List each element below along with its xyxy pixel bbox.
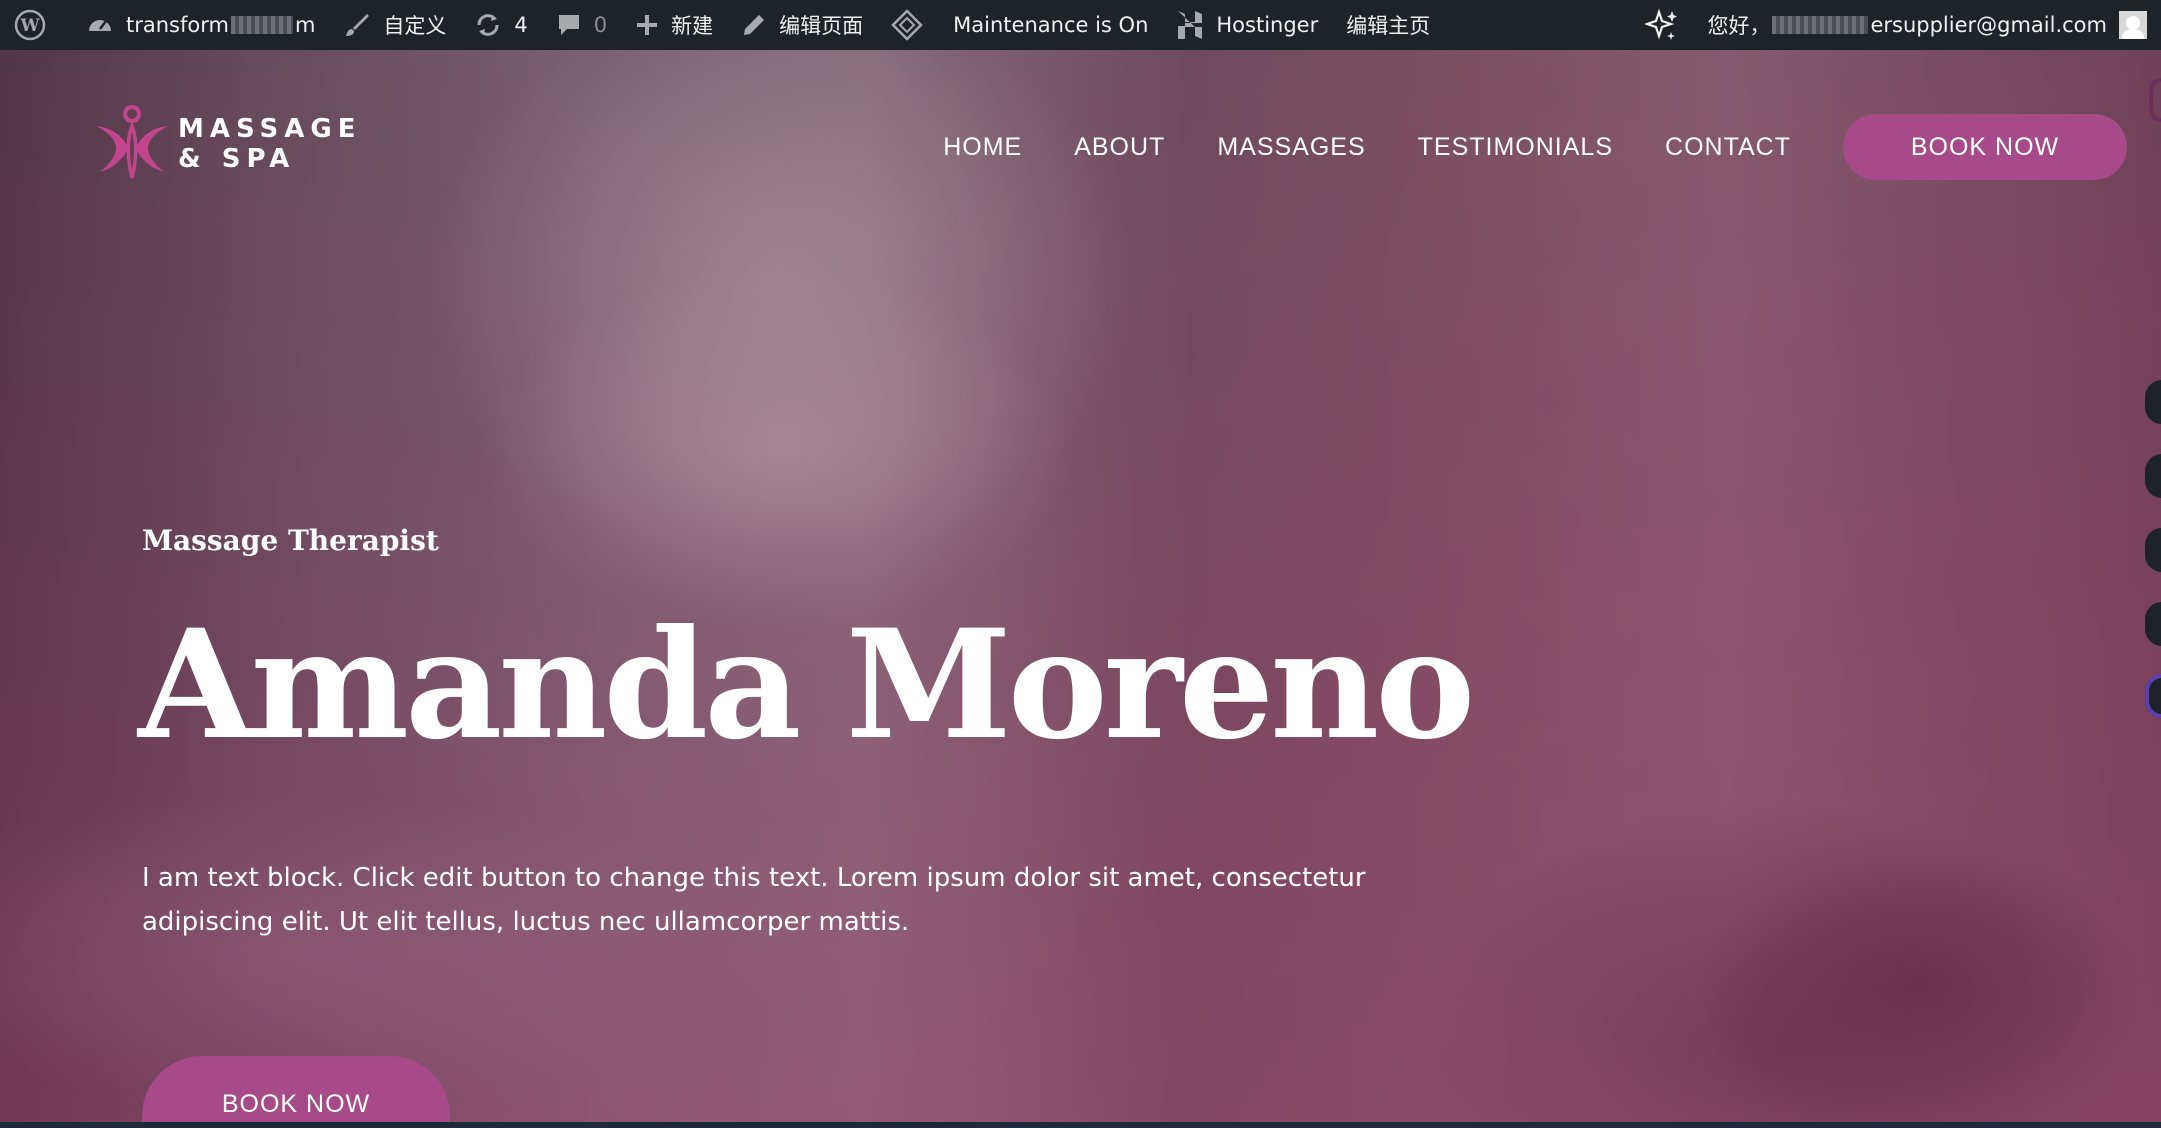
- spa-logo-icon: [96, 105, 168, 179]
- svg-text:W: W: [19, 16, 40, 36]
- maintenance-link[interactable]: Maintenance is On: [877, 0, 1162, 50]
- main-nav: HOME ABOUT MASSAGES TESTIMONIALS CONTACT…: [943, 114, 2127, 180]
- hero-section: MASSAGE & SPA HOME ABOUT MASSAGES TESTIM…: [0, 50, 2161, 1122]
- admin-bar: W transform m 自定义 4 0 新建 编辑页面 Maintenanc…: [0, 0, 2161, 50]
- nav-massages[interactable]: MASSAGES: [1217, 133, 1365, 162]
- refresh-icon: [474, 11, 502, 39]
- brush-icon: [343, 11, 371, 39]
- dashboard-icon: [86, 11, 114, 39]
- comment-icon: [556, 12, 582, 38]
- updates-link[interactable]: 4: [460, 0, 541, 50]
- hostinger-link[interactable]: Hostinger: [1162, 0, 1332, 50]
- nav-contact[interactable]: CONTACT: [1665, 133, 1791, 162]
- sparkle-icon: [1645, 8, 1679, 42]
- site-logo[interactable]: MASSAGE & SPA: [92, 104, 362, 184]
- updates-count: 4: [514, 13, 528, 37]
- hostinger-label: Hostinger: [1216, 13, 1319, 37]
- new-label: 新建: [671, 14, 714, 38]
- maintenance-label: Maintenance is On: [953, 13, 1149, 37]
- hero-book-now-button[interactable]: BOOK NOW: [142, 1056, 450, 1122]
- nav-about[interactable]: ABOUT: [1074, 133, 1165, 162]
- side-widget-ring[interactable]: [2149, 78, 2161, 122]
- edit-page-label: 编辑页面: [779, 14, 864, 38]
- logo-line-1: MASSAGE: [178, 114, 362, 144]
- diamond-icon: [891, 9, 923, 41]
- edit-page-link[interactable]: 编辑页面: [727, 0, 877, 50]
- hostinger-icon: [1176, 9, 1204, 41]
- plus-icon: [635, 13, 659, 37]
- account-email: ersupplier@gmail.com: [1870, 13, 2107, 37]
- customize-link[interactable]: 自定义: [329, 0, 460, 50]
- comments-count: 0: [593, 13, 608, 37]
- account-menu[interactable]: 您好， ersupplier@gmail.com: [1693, 0, 2161, 50]
- wordpress-icon: W: [14, 9, 46, 41]
- ai-assistant-button[interactable]: [1631, 0, 1693, 50]
- site-name-end: m: [294, 13, 316, 37]
- user-avatar: [2119, 11, 2147, 39]
- hero-subtitle: Massage Therapist: [142, 524, 439, 557]
- nav-testimonials[interactable]: TESTIMONIALS: [1418, 133, 1613, 162]
- nav-book-now-button[interactable]: BOOK NOW: [1843, 114, 2127, 180]
- hero-description: I am text block. Click edit button to ch…: [142, 863, 1366, 937]
- redacted-text: [1772, 16, 1869, 34]
- nav-home[interactable]: HOME: [943, 133, 1022, 162]
- hero-title: Amanda Moreno: [138, 597, 1475, 773]
- comments-link[interactable]: 0: [542, 0, 621, 50]
- greeting: 您好，: [1707, 14, 1771, 38]
- logo-line-2: & SPA: [178, 144, 296, 174]
- redacted-text: [230, 16, 293, 34]
- bottom-edge: [0, 1122, 2161, 1128]
- wp-logo-menu[interactable]: W: [0, 0, 72, 50]
- logo-wordmark: MASSAGE & SPA: [178, 114, 362, 174]
- edit-home-link[interactable]: 编辑主页: [1332, 0, 1444, 50]
- site-name-menu[interactable]: transform m: [72, 0, 329, 50]
- site-name: transform: [126, 13, 229, 37]
- hero-overlay: [0, 50, 2161, 1122]
- customize-label: 自定义: [383, 14, 447, 38]
- edit-home-label: 编辑主页: [1346, 14, 1431, 38]
- pencil-icon: [741, 12, 767, 38]
- new-content-menu[interactable]: 新建: [621, 0, 727, 50]
